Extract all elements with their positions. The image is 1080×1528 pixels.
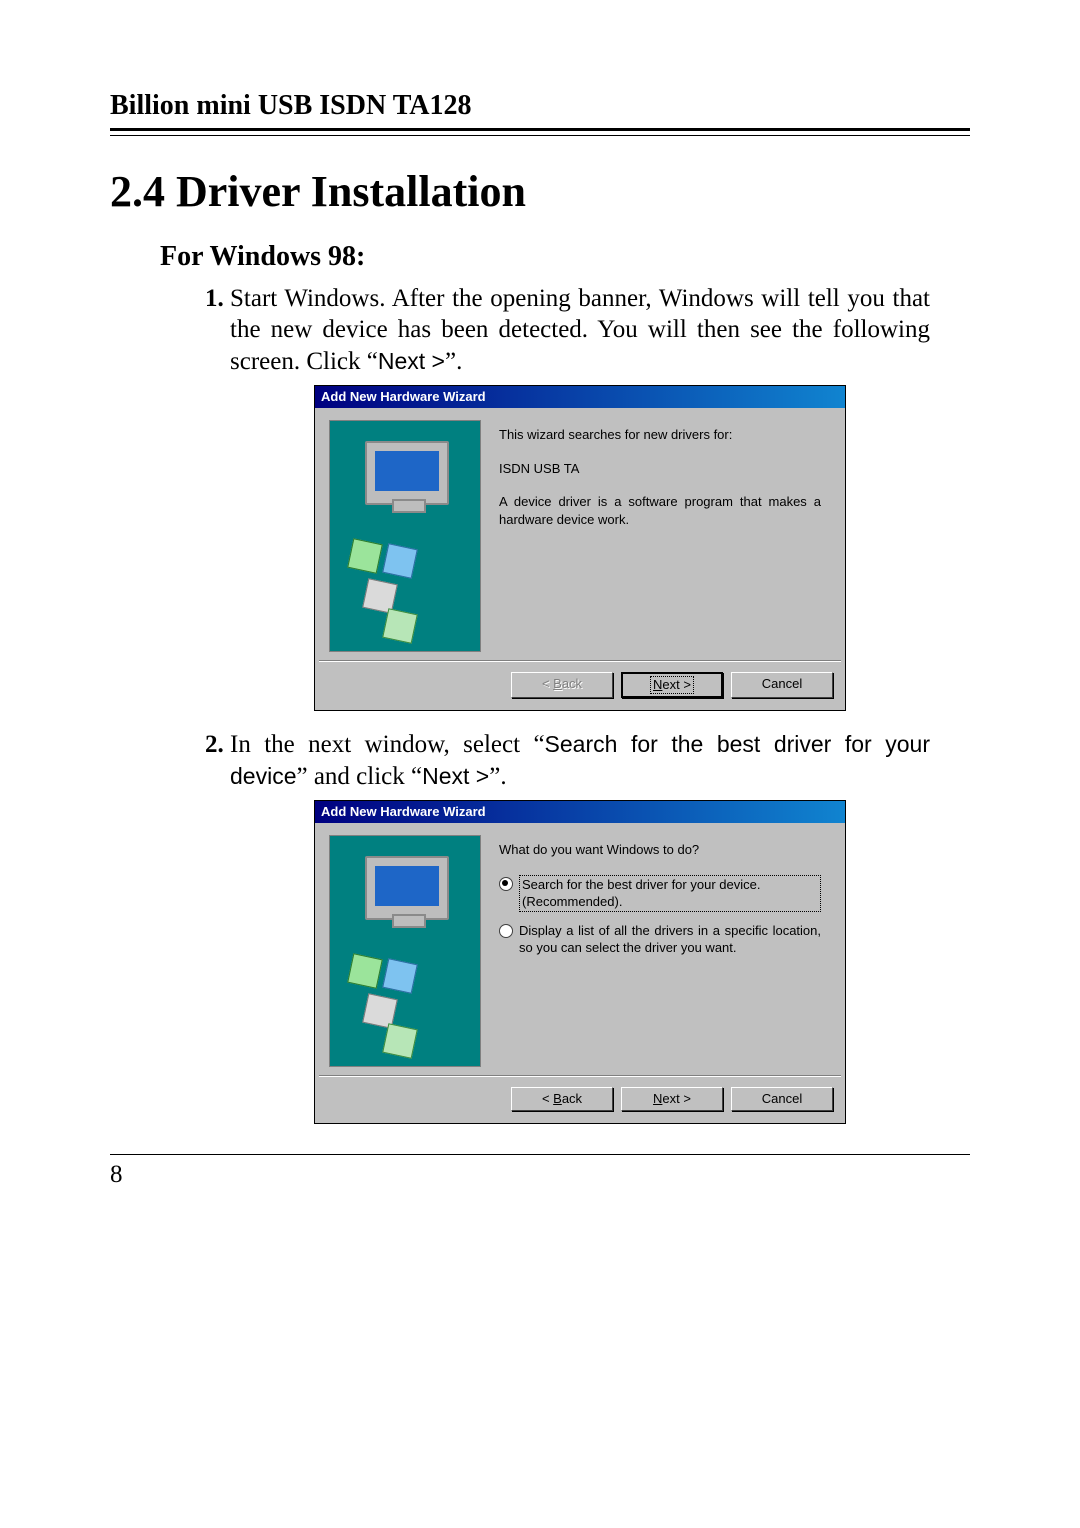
radio-option-display-list[interactable]: Display a list of all the drivers in a s… bbox=[499, 922, 821, 957]
step-2-text-c: ”. bbox=[489, 763, 506, 790]
next-button[interactable]: Next > bbox=[621, 1087, 723, 1111]
step-2: In the next window, select “ Search for t… bbox=[230, 729, 930, 1124]
wizard-2-illustration bbox=[329, 835, 481, 1067]
document-header: Billion mini USB ISDN TA128 bbox=[110, 90, 970, 128]
step-2-text-b: ” and click “ bbox=[296, 763, 422, 790]
back-accesskey: B bbox=[553, 1091, 562, 1106]
radio-option-1-line1: Search for the best driver for your devi… bbox=[522, 877, 760, 892]
radio-option-2-label: Display a list of all the drivers in a s… bbox=[519, 922, 821, 957]
radio-option-1-line2: (Recommended). bbox=[522, 894, 622, 909]
radio-option-search-best[interactable]: Search for the best driver for your devi… bbox=[499, 875, 821, 912]
wizard-1-titlebar: Add New Hardware Wizard bbox=[315, 386, 845, 408]
back-accesskey: B bbox=[553, 676, 562, 691]
back-rest: ack bbox=[562, 676, 582, 691]
wizard-2-prompt: What do you want Windows to do? bbox=[499, 841, 821, 859]
step-2-text-a: In the next window, select “ bbox=[230, 731, 545, 758]
step-1-text-a: Start Windows. After the opening banner,… bbox=[230, 285, 930, 375]
step-2-next-label: Next > bbox=[422, 763, 489, 789]
floppy-icon bbox=[382, 543, 418, 579]
section-title: 2.4 Driver Installation bbox=[110, 166, 970, 217]
floppy-icon bbox=[382, 1023, 418, 1059]
step-1-text-b: ”. bbox=[445, 348, 462, 375]
next-rest: ext > bbox=[662, 1091, 691, 1106]
header-rule bbox=[110, 128, 970, 136]
floppy-icon bbox=[347, 953, 383, 989]
wizard-2-titlebar: Add New Hardware Wizard bbox=[315, 801, 845, 823]
wizard-1-illustration bbox=[329, 420, 481, 652]
wizard-1-device-name: ISDN USB TA bbox=[499, 460, 821, 478]
page-number: 8 bbox=[110, 1155, 970, 1189]
monitor-icon bbox=[365, 441, 449, 505]
floppy-icon bbox=[382, 608, 418, 644]
wizard-1-line1: This wizard searches for new drivers for… bbox=[499, 426, 821, 444]
next-rest: ext > bbox=[662, 677, 691, 692]
floppy-icon bbox=[347, 538, 383, 574]
back-button: < Back bbox=[511, 672, 613, 698]
floppy-icon bbox=[382, 958, 418, 994]
radio-icon bbox=[499, 924, 513, 938]
back-rest: ack bbox=[562, 1091, 582, 1106]
subheading-windows98: For Windows 98: bbox=[160, 241, 970, 273]
step-1: Start Windows. After the opening banner,… bbox=[230, 283, 930, 711]
next-button[interactable]: Next > bbox=[621, 672, 723, 698]
wizard-2-dialog: Add New Hardware Wizard What do you want… bbox=[314, 800, 846, 1125]
cancel-button[interactable]: Cancel bbox=[731, 672, 833, 698]
next-accesskey: N bbox=[653, 677, 662, 692]
radio-icon bbox=[499, 877, 513, 891]
back-button[interactable]: < Back bbox=[511, 1087, 613, 1111]
monitor-icon bbox=[365, 856, 449, 920]
wizard-1-line2: A device driver is a software program th… bbox=[499, 493, 821, 528]
next-accesskey: N bbox=[653, 1091, 662, 1106]
step-1-next-label: Next > bbox=[378, 348, 445, 374]
wizard-1-dialog: Add New Hardware Wizard This wizard sear… bbox=[314, 385, 846, 712]
cancel-button[interactable]: Cancel bbox=[731, 1087, 833, 1111]
